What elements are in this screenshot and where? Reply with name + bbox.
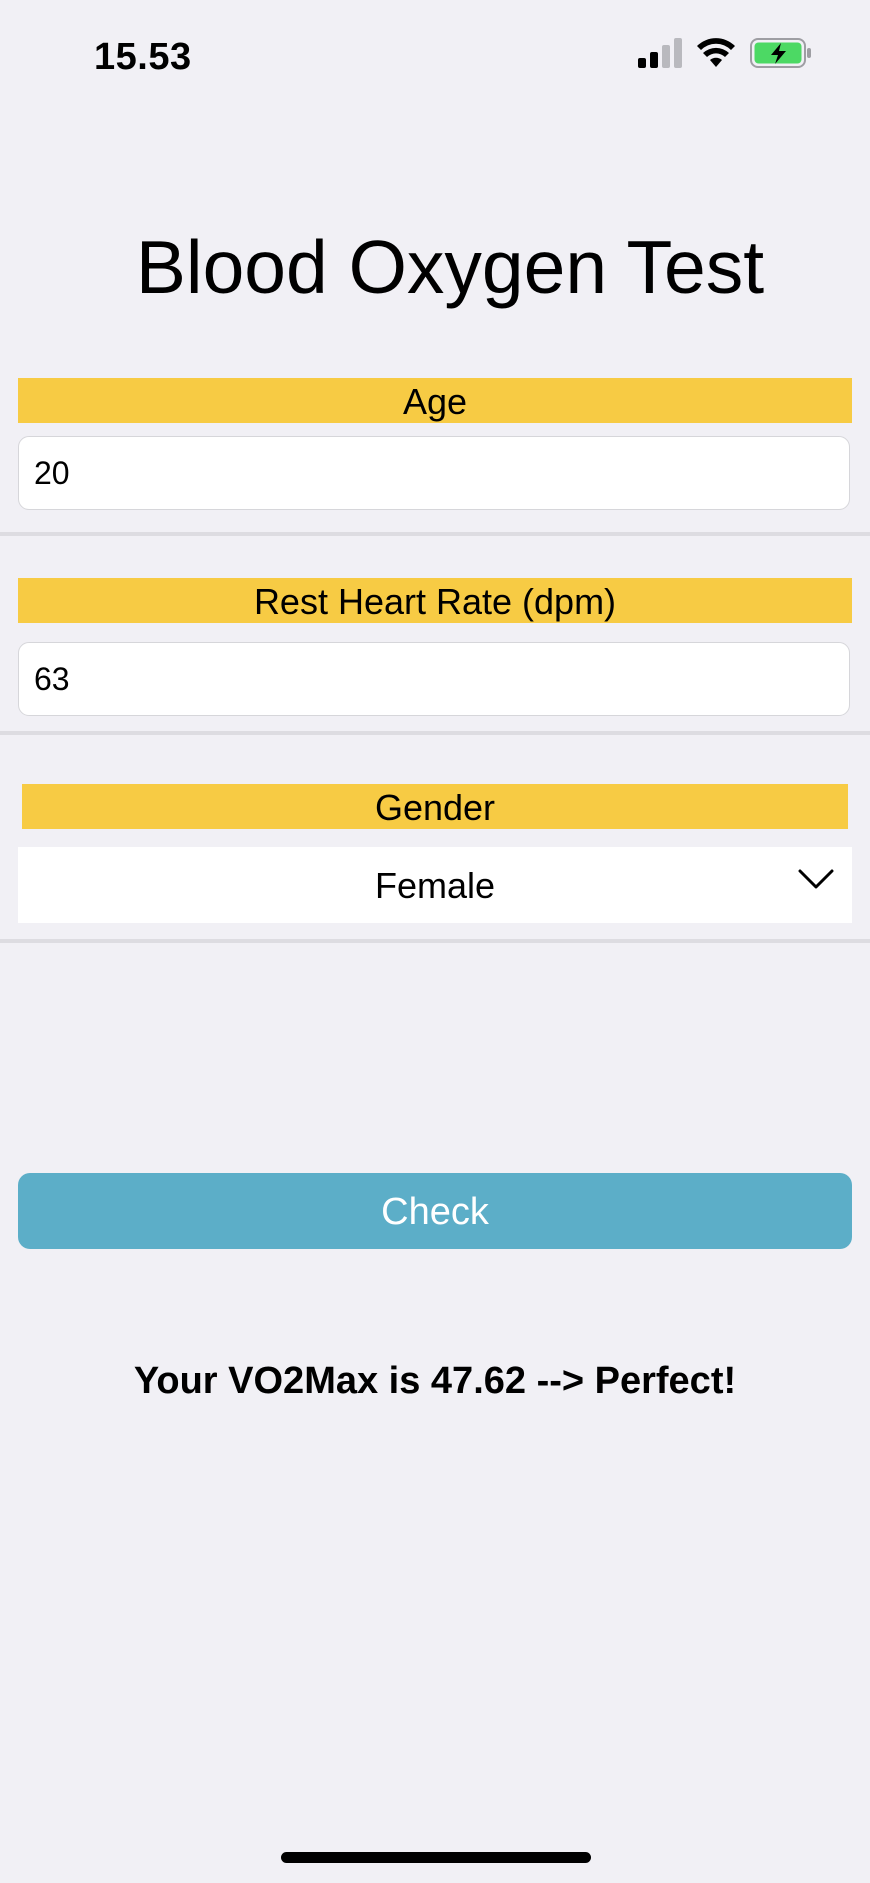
chevron-down-icon — [798, 867, 834, 896]
result-text: Your VO2Max is 47.62 --> Perfect! — [133, 1360, 737, 1402]
divider — [0, 939, 870, 943]
rest-heart-rate-input[interactable]: 63 — [18, 642, 850, 716]
page-title: Blood Oxygen Test — [135, 225, 765, 309]
gender-label: Gender — [22, 784, 848, 829]
status-bar: 15.53 — [0, 0, 870, 110]
status-icons — [638, 38, 812, 73]
age-label: Age — [18, 378, 852, 423]
cellular-signal-icon — [638, 38, 682, 73]
check-button[interactable]: Check — [18, 1173, 852, 1249]
gender-selected-value: Female — [374, 865, 496, 906]
rest-heart-rate-label: Rest Heart Rate (dpm) — [18, 578, 852, 623]
wifi-icon — [696, 38, 736, 73]
divider — [0, 532, 870, 536]
battery-charging-icon — [750, 38, 812, 73]
status-time: 15.53 — [94, 36, 192, 78]
home-indicator[interactable] — [281, 1852, 591, 1863]
divider — [0, 731, 870, 735]
gender-select[interactable]: Female — [18, 847, 852, 923]
age-input[interactable]: 20 — [18, 436, 850, 510]
